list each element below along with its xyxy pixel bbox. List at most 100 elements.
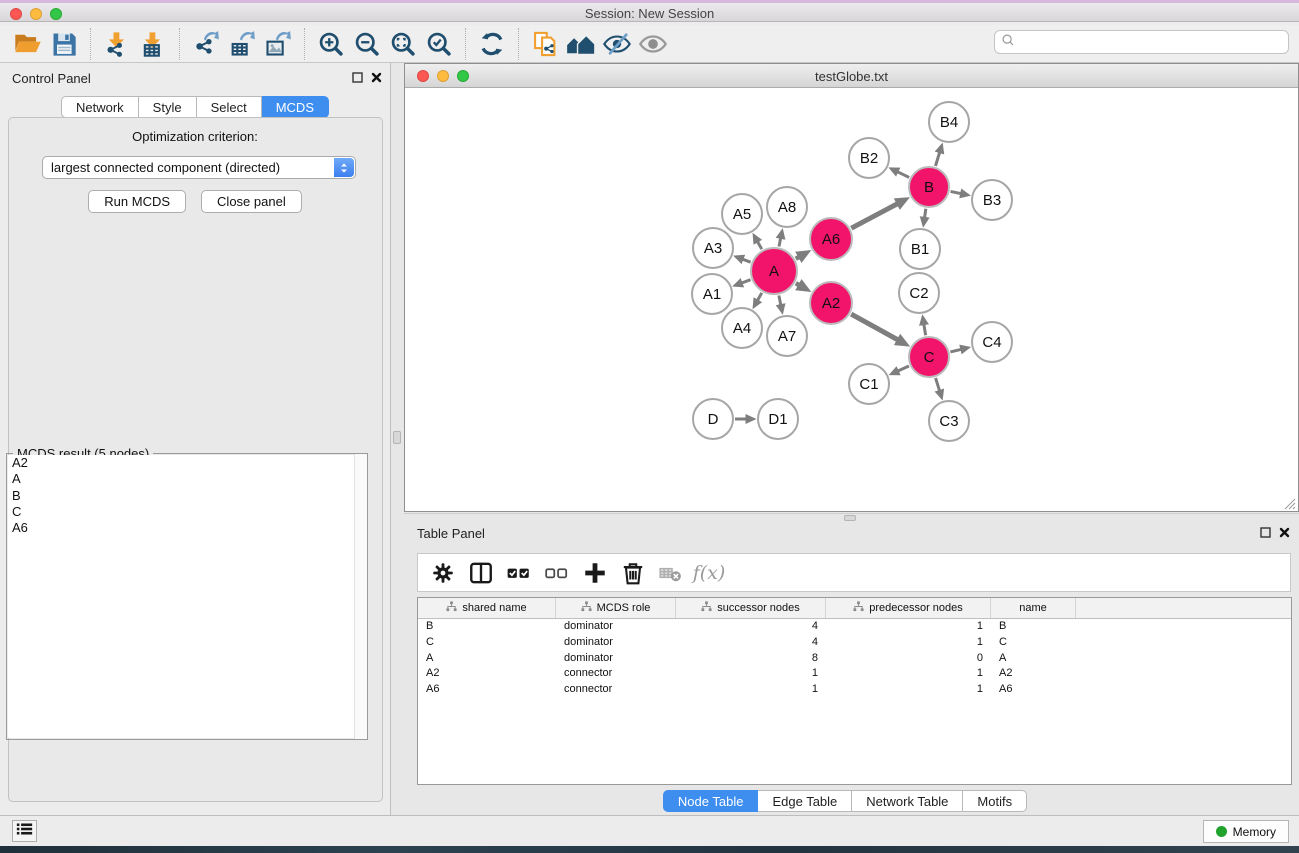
float-table-panel-icon[interactable] [1260, 527, 1271, 538]
export-image-icon[interactable] [260, 28, 296, 60]
column-header-MCDS-role[interactable]: MCDS role [556, 598, 676, 618]
mcds-result-item[interactable]: B [8, 488, 366, 504]
table-cell: 4 [676, 619, 826, 635]
deselect-all-icon[interactable] [538, 557, 576, 589]
graph-node-B1[interactable]: B1 [899, 228, 941, 270]
mcds-result-item[interactable]: C [8, 504, 366, 520]
workspace-horizontal-scrollbar[interactable] [404, 513, 1299, 521]
tab-edge-table[interactable]: Edge Table [758, 790, 852, 812]
table-cell: 1 [826, 619, 991, 635]
application-window: Session: New Session Control Panel Netwo… [0, 0, 1299, 853]
graph-node-A8[interactable]: A8 [766, 186, 808, 228]
column-header-predecessor-nodes[interactable]: predecessor nodes [826, 598, 991, 618]
column-header-successor-nodes[interactable]: successor nodes [676, 598, 826, 618]
mcds-result-item[interactable]: A6 [8, 520, 366, 536]
network-canvas[interactable]: A A1A3A5A8 A4A7 A6 A2 B B2 B4B3 B1 C C2 C4 C1 C3 D D1 [406, 89, 1297, 511]
import-table-icon[interactable] [135, 28, 171, 60]
run-mcds-button[interactable]: Run MCDS [88, 190, 186, 213]
hide-selected-icon[interactable] [599, 28, 635, 60]
table-panel-buttons [1260, 527, 1290, 538]
zoom-fit-icon[interactable] [385, 28, 421, 60]
table-row[interactable]: A6connector11A6 [418, 682, 1291, 698]
column-layout-icon[interactable] [462, 557, 500, 589]
add-column-icon[interactable] [576, 557, 614, 589]
search-field[interactable] [994, 30, 1289, 54]
search-input[interactable] [1019, 35, 1282, 49]
copy-network-icon[interactable] [527, 28, 563, 60]
network-view-window: testGlobe.txt A A1A3A5A8 A4A7 A6 A2 B B2 B4B3 B1… [404, 63, 1299, 512]
graph-node-D1[interactable]: D1 [757, 398, 799, 440]
window-resize-grip[interactable] [1284, 497, 1296, 509]
mcds-result-list: A2ABCA6 [8, 455, 366, 738]
export-table-icon[interactable] [224, 28, 260, 60]
open-file-icon[interactable] [10, 28, 46, 60]
table-row[interactable]: Adominator80A [418, 651, 1291, 667]
graph-node-A7[interactable]: A7 [766, 315, 808, 357]
optimization-criterion-dropdown[interactable]: largest connected component (directed) [42, 156, 356, 179]
table-row[interactable]: Bdominator41B [418, 619, 1291, 635]
close-panel-button[interactable]: Close panel [201, 190, 302, 213]
mcds-result-scrollbar[interactable] [354, 454, 367, 739]
close-panel-icon[interactable] [371, 72, 382, 83]
graph-node-C2[interactable]: C2 [898, 272, 940, 314]
graph-node-A6[interactable]: A6 [809, 217, 853, 261]
table-cell: 1 [826, 666, 991, 682]
graph-node-B4[interactable]: B4 [928, 101, 970, 143]
column-label: name [1019, 602, 1047, 614]
graph-node-C1[interactable]: C1 [848, 363, 890, 405]
graph-node-A2[interactable]: A2 [809, 281, 853, 325]
node-table-body: Bdominator41BCdominator41CAdominator80AA… [418, 619, 1291, 698]
graph-node-A3[interactable]: A3 [692, 227, 734, 269]
graph-node-D[interactable]: D [692, 398, 734, 440]
settings-gear-icon[interactable] [424, 557, 462, 589]
tab-network[interactable]: Network [61, 96, 139, 118]
graph-node-B2[interactable]: B2 [848, 137, 890, 179]
graph-node-A5[interactable]: A5 [721, 193, 763, 235]
tab-select[interactable]: Select [197, 96, 262, 118]
tab-node-table[interactable]: Node Table [663, 790, 759, 812]
tab-style[interactable]: Style [139, 96, 197, 118]
graph-node-A[interactable]: A [750, 247, 798, 295]
delete-column-icon[interactable] [614, 557, 652, 589]
show-all-icon[interactable] [635, 28, 671, 60]
export-network-icon[interactable] [188, 28, 224, 60]
tab-network-table[interactable]: Network Table [852, 790, 963, 812]
table-cell: C [991, 635, 1076, 651]
table-row[interactable]: A2connector11A2 [418, 666, 1291, 682]
graph-node-C3[interactable]: C3 [928, 400, 970, 442]
window-titlebar: Session: New Session [0, 0, 1299, 22]
tab-motifs[interactable]: Motifs [963, 790, 1027, 812]
table-row[interactable]: Cdominator41C [418, 635, 1291, 651]
status-bar: Memory [0, 815, 1299, 846]
memory-button[interactable]: Memory [1203, 820, 1289, 843]
column-header-shared-name[interactable]: shared name [418, 598, 556, 618]
close-table-panel-icon[interactable] [1279, 527, 1290, 538]
graph-node-B3[interactable]: B3 [971, 179, 1013, 221]
mcds-result-item[interactable]: A2 [8, 455, 366, 471]
import-network-icon[interactable] [99, 28, 135, 60]
zoom-in-icon[interactable] [313, 28, 349, 60]
select-all-icon[interactable] [500, 557, 538, 589]
mcds-result-item[interactable]: A [8, 471, 366, 487]
graph-node-A1[interactable]: A1 [691, 273, 733, 315]
toolbar-separator [518, 28, 519, 60]
save-session-icon[interactable] [46, 28, 82, 60]
refresh-icon[interactable] [474, 28, 510, 60]
zoom-selected-icon[interactable] [421, 28, 457, 60]
network-window-titlebar[interactable]: testGlobe.txt [405, 64, 1298, 88]
graph-node-C4[interactable]: C4 [971, 321, 1013, 363]
float-panel-icon[interactable] [352, 72, 363, 83]
graph-node-A4[interactable]: A4 [721, 307, 763, 349]
graph-node-B[interactable]: B [908, 166, 950, 208]
function-builder-icon: f(x) [693, 562, 726, 584]
column-header-name[interactable]: name [991, 598, 1076, 618]
workspace-vertical-scrollbar[interactable] [393, 63, 402, 512]
tab-mcds[interactable]: MCDS [262, 96, 329, 118]
task-history-button[interactable] [12, 820, 37, 842]
column-label: successor nodes [717, 602, 800, 614]
toolbar-separator [465, 28, 466, 60]
zoom-out-icon[interactable] [349, 28, 385, 60]
home-icon[interactable] [563, 28, 599, 60]
toolbar-separator [304, 28, 305, 60]
graph-node-C[interactable]: C [908, 336, 950, 378]
